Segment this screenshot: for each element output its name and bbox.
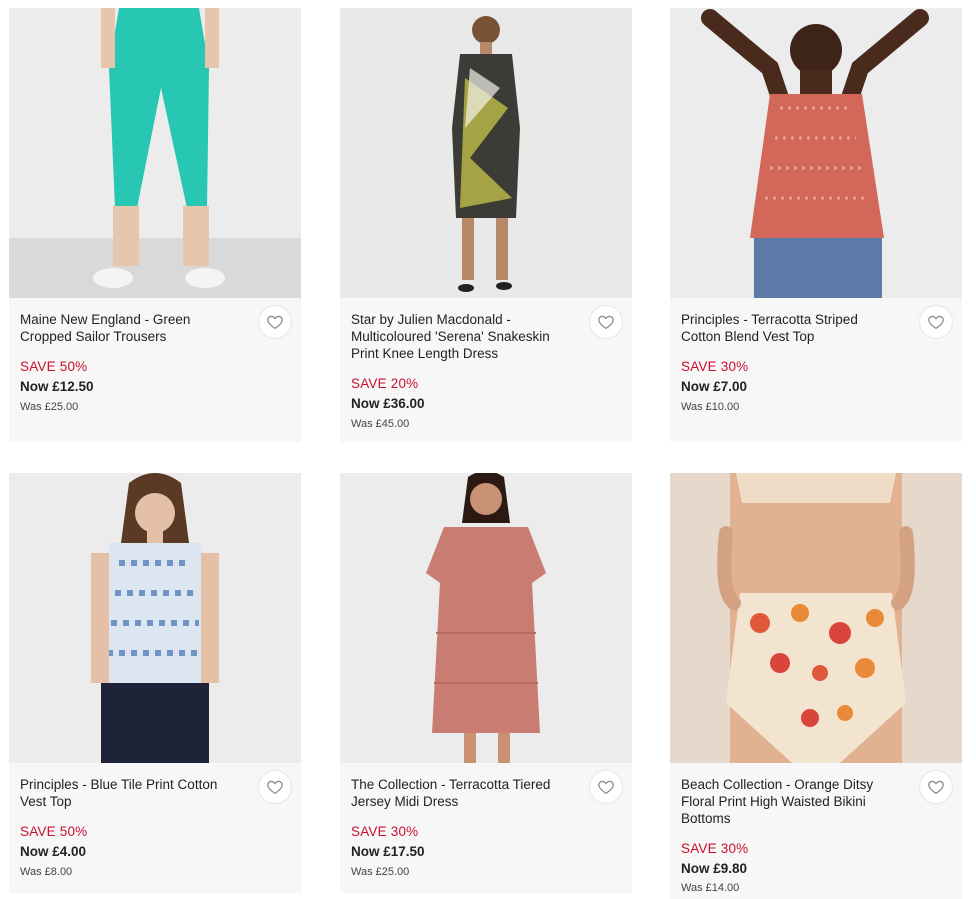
product-image[interactable] [340,8,632,298]
current-price: Now £17.50 [351,844,425,859]
discount-label: SAVE 50% [20,359,88,374]
product-name[interactable]: Beach Collection - Orange Ditsy Floral P… [681,776,901,827]
wishlist-button[interactable] [259,771,291,803]
heart-outline-icon [267,780,283,795]
product-grid: Maine New England - Green Cropped Sailor… [0,0,976,899]
heart-outline-icon [598,315,614,330]
current-price: Now £4.00 [20,844,87,859]
discount-label: SAVE 50% [20,824,88,839]
product-name[interactable]: Star by Julien Macdonald - Multicoloured… [351,311,571,362]
heart-outline-icon [598,780,614,795]
current-price: Now £7.00 [681,379,748,394]
product-info: Principles - Terracotta Striped Cotton B… [670,298,962,442]
original-price: Was £14.00 [681,882,740,894]
product-name[interactable]: Maine New England - Green Cropped Sailor… [20,311,240,345]
heart-outline-icon [267,315,283,330]
wishlist-button[interactable] [920,771,952,803]
discount-label: SAVE 30% [351,824,419,839]
product-card[interactable]: Star by Julien Macdonald - Multicoloured… [340,8,632,442]
product-image[interactable] [670,473,962,763]
discount-label: SAVE 30% [681,841,749,856]
heart-outline-icon [928,780,944,795]
product-image[interactable] [340,473,632,763]
product-info: The Collection - Terracotta Tiered Jerse… [340,763,632,893]
product-image[interactable] [9,8,301,298]
product-name[interactable]: Principles - Terracotta Striped Cotton B… [681,311,901,345]
discount-label: SAVE 20% [351,376,419,391]
wishlist-button[interactable] [259,306,291,338]
original-price: Was £45.00 [351,418,410,430]
original-price: Was £25.00 [351,866,410,878]
current-price: Now £36.00 [351,396,425,411]
product-name[interactable]: Principles - Blue Tile Print Cotton Vest… [20,776,240,810]
product-card[interactable]: Maine New England - Green Cropped Sailor… [9,8,301,442]
wishlist-button[interactable] [590,306,622,338]
product-name[interactable]: The Collection - Terracotta Tiered Jerse… [351,776,571,810]
heart-outline-icon [928,315,944,330]
product-image[interactable] [670,8,962,298]
product-card[interactable]: Principles - Blue Tile Print Cotton Vest… [9,473,301,893]
wishlist-button[interactable] [590,771,622,803]
product-info: Maine New England - Green Cropped Sailor… [9,298,301,442]
original-price: Was £8.00 [20,866,73,878]
discount-label: SAVE 30% [681,359,749,374]
original-price: Was £25.00 [20,401,79,413]
product-image[interactable] [9,473,301,763]
current-price: Now £9.80 [681,861,748,876]
product-info: Star by Julien Macdonald - Multicoloured… [340,298,632,442]
original-price: Was £10.00 [681,401,740,413]
product-card[interactable]: Principles - Terracotta Striped Cotton B… [670,8,962,442]
product-card[interactable]: The Collection - Terracotta Tiered Jerse… [340,473,632,893]
product-card[interactable]: Beach Collection - Orange Ditsy Floral P… [670,473,962,899]
wishlist-button[interactable] [920,306,952,338]
product-info: Principles - Blue Tile Print Cotton Vest… [9,763,301,893]
product-info: Beach Collection - Orange Ditsy Floral P… [670,763,962,899]
current-price: Now £12.50 [20,379,94,394]
